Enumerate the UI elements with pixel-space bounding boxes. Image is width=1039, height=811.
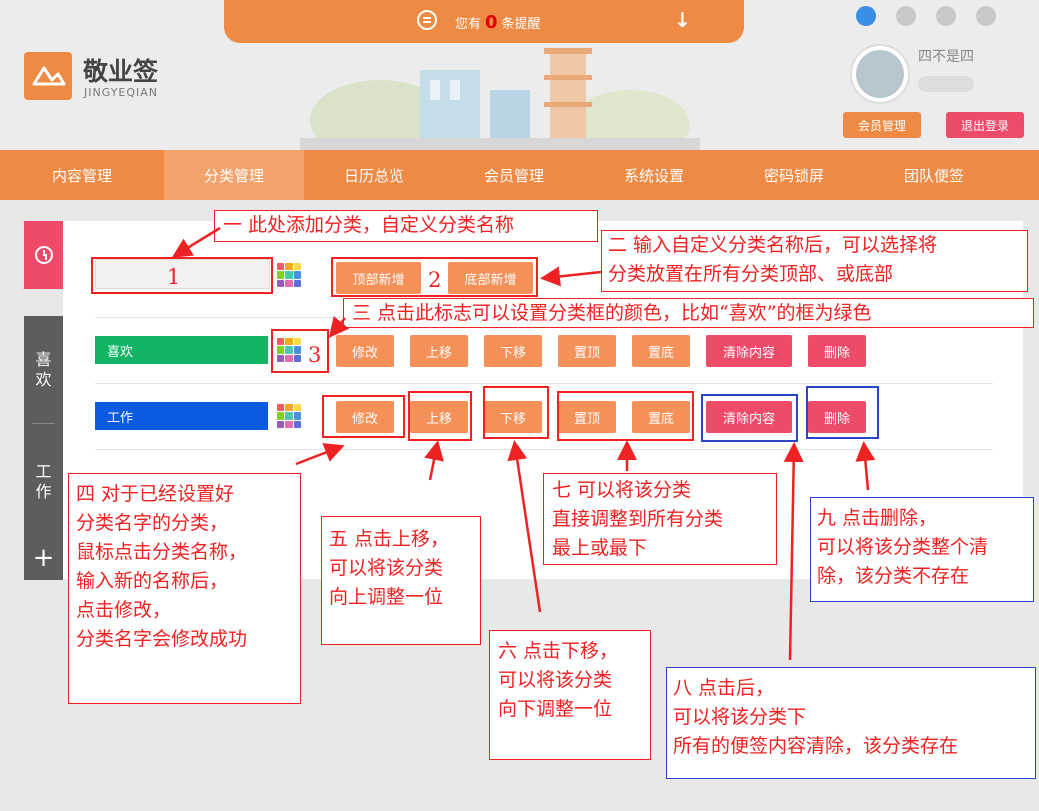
- note-6: 六 点击下移， 可以将该分类 向下调整一位: [489, 630, 651, 760]
- annotation-box-delete: [806, 386, 879, 439]
- logo-title: 敬业签: [83, 57, 159, 86]
- logout-button[interactable]: 退出登录: [946, 112, 1024, 138]
- delete-button[interactable]: 删除: [808, 335, 866, 367]
- reminder-count: 0: [485, 12, 498, 33]
- alarm-clock-icon: [34, 246, 53, 264]
- pin-bottom-button[interactable]: 置底: [632, 335, 690, 367]
- annotation-box-up: [408, 391, 472, 441]
- android-icon[interactable]: [976, 6, 996, 26]
- member-management-button[interactable]: 会员管理: [843, 112, 921, 138]
- header: 您有 0 条提醒 ↓ 敬业签 JINGYEQIAN 四不是四 会员管理 退出登录: [0, 0, 1039, 150]
- main-nav: 内容管理 分类管理 日历总览 会员管理 系统设置 密码锁屏 团队便签: [0, 150, 1039, 200]
- nav-lock[interactable]: 密码锁屏: [724, 150, 864, 200]
- note-5: 五 点击上移， 可以将该分类 向上调整一位: [321, 516, 481, 645]
- logo-icon: [24, 52, 72, 100]
- category-name-input-gongzuo[interactable]: 工作: [95, 402, 268, 430]
- platform-links: [856, 6, 996, 26]
- nav-team[interactable]: 团队便签: [864, 150, 1004, 200]
- category-name-input-xihuan[interactable]: 喜欢: [95, 336, 268, 364]
- color-palette-icon[interactable]: [277, 404, 301, 428]
- username: 四不是四: [918, 49, 974, 65]
- add-category-icon[interactable]: +: [24, 537, 63, 579]
- nav-content[interactable]: 内容管理: [0, 150, 164, 200]
- marker-2: 2: [428, 268, 442, 292]
- note-7: 七 可以将该分类 直接调整到所有分类 最上或最下: [543, 473, 777, 565]
- apple-icon[interactable]: [936, 6, 956, 26]
- windows-icon[interactable]: [896, 6, 916, 26]
- reminder-tab[interactable]: [24, 221, 63, 289]
- marker-1: 1: [167, 265, 181, 289]
- marker-3: 3: [308, 343, 322, 367]
- move-up-button[interactable]: 上移: [410, 335, 468, 367]
- arrow-down-icon[interactable]: ↓: [674, 8, 691, 32]
- chat-icon: [417, 10, 437, 30]
- edit-button[interactable]: 修改: [336, 335, 394, 367]
- reminder-prefix: 您有: [455, 17, 482, 32]
- reminder-suffix: 条提醒: [501, 17, 541, 32]
- logo-subtitle: JINGYEQIAN: [84, 86, 159, 99]
- annotation-box-edit: [322, 395, 405, 438]
- nav-calendar[interactable]: 日历总览: [304, 150, 444, 200]
- note-2: 二 输入自定义分类名称后，可以选择将 分类放置在所有分类顶部、或底部: [601, 230, 1028, 292]
- color-palette-icon[interactable]: [277, 263, 301, 287]
- ie-icon[interactable]: [856, 6, 876, 26]
- nav-member[interactable]: 会员管理: [444, 150, 584, 200]
- annotation-box-down: [483, 386, 549, 439]
- note-1: 一 此处添加分类，自定义分类名称: [214, 210, 598, 242]
- clear-content-button[interactable]: 清除内容: [706, 335, 792, 367]
- side-tab-gongzuo[interactable]: 工作: [24, 462, 63, 502]
- move-down-button[interactable]: 下移: [484, 335, 542, 367]
- avatar[interactable]: [850, 44, 910, 104]
- note-9: 九 点击删除， 可以将该分类整个清 除，该分类不存在: [810, 497, 1034, 602]
- nav-category[interactable]: 分类管理: [164, 150, 304, 200]
- user-info-blurred: [918, 76, 974, 92]
- annotation-box-pin: [557, 391, 694, 441]
- note-8: 八 点击后， 可以将该分类下 所有的便签内容清除，该分类存在: [666, 667, 1036, 779]
- annotation-box-1: [91, 257, 273, 294]
- note-4: 四 对于已经设置好 分类名字的分类， 鼠标点击分类名称， 输入新的名称后， 点击修改，分…: [68, 473, 301, 704]
- annotation-box-clear: [701, 394, 798, 442]
- side-tab-xihuan[interactable]: 喜欢: [24, 350, 63, 390]
- reminder-banner[interactable]: 您有 0 条提醒 ↓: [224, 0, 744, 43]
- nav-settings[interactable]: 系统设置: [584, 150, 724, 200]
- note-3: 三 点击此标志可以设置分类框的颜色，比如“喜欢”的框为绿色: [343, 298, 1034, 328]
- pin-top-button[interactable]: 置顶: [558, 335, 616, 367]
